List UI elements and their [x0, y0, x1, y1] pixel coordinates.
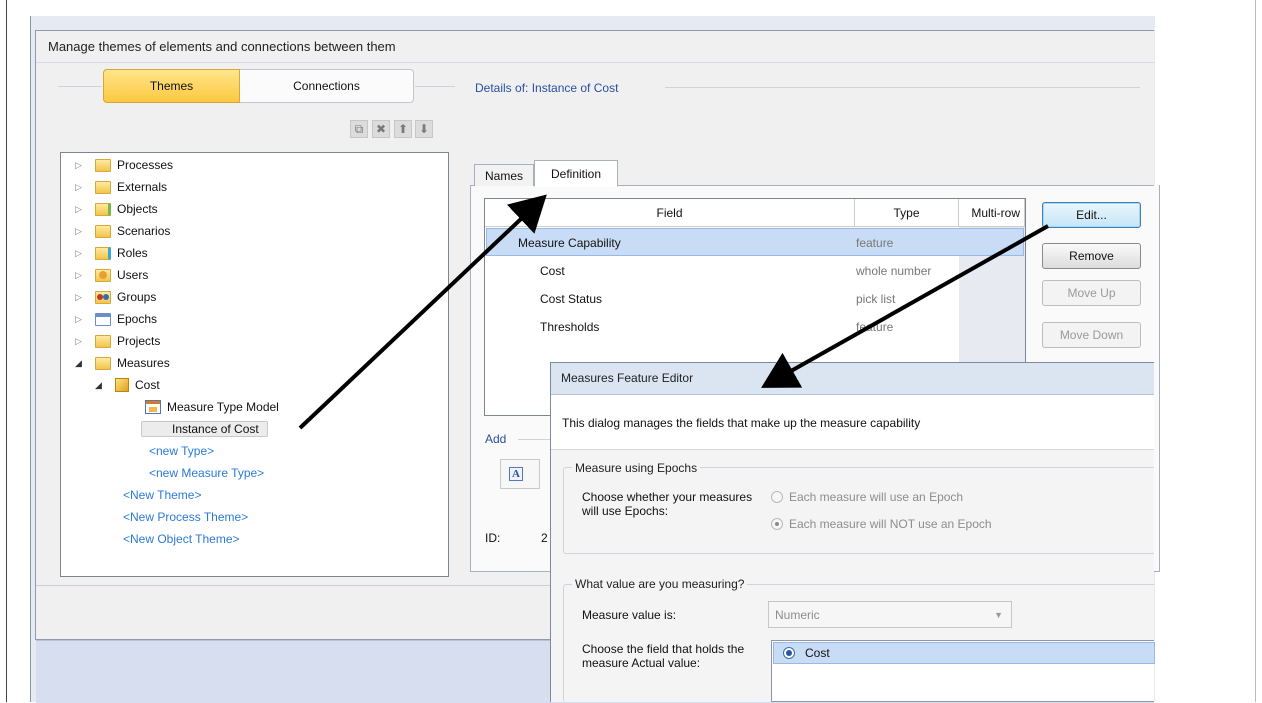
arrow-to-definition-tab	[298, 194, 547, 430]
annotation-arrows	[298, 194, 1049, 430]
arrow-to-dialog	[761, 224, 1049, 388]
